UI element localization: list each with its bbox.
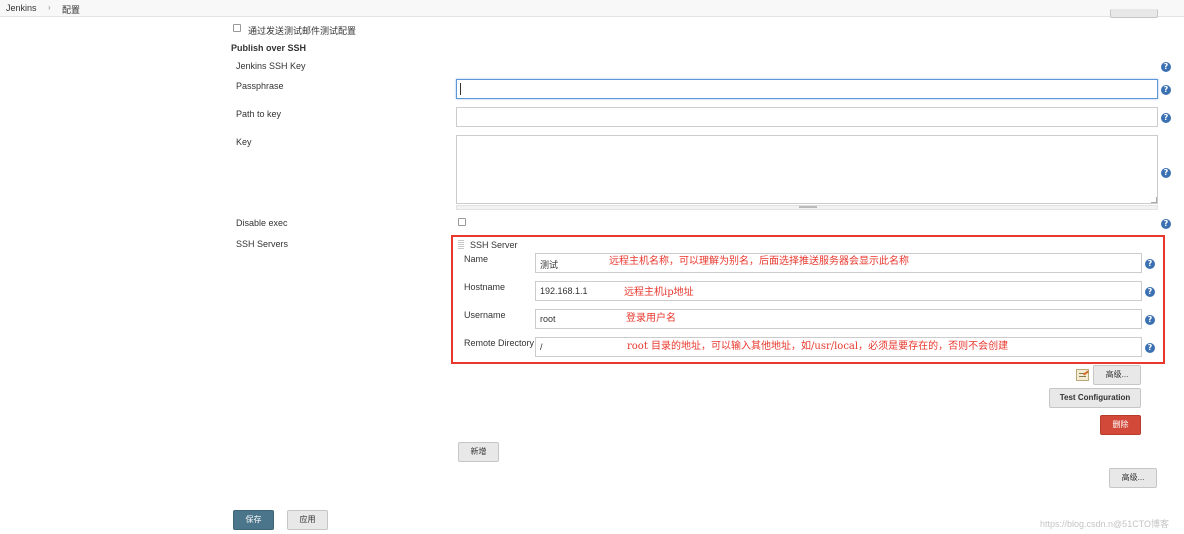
chevron-right-icon: › [48, 3, 51, 12]
notepad-icon [1076, 369, 1090, 381]
save-button[interactable]: 保存 [233, 510, 274, 530]
help-icon[interactable]: ? [1161, 219, 1171, 229]
passphrase-label: Passphrase [236, 81, 284, 91]
jenkins-ssh-key-label: Jenkins SSH Key [236, 61, 306, 71]
help-icon[interactable]: ? [1145, 287, 1155, 297]
ssh-servers-label: SSH Servers [236, 239, 289, 249]
advanced-button-top[interactable] [1110, 9, 1158, 18]
apply-button[interactable]: 应用 [287, 510, 328, 530]
advanced-server-button[interactable]: 高级... [1093, 365, 1141, 385]
help-icon[interactable]: ? [1161, 113, 1171, 123]
hostname-label: Hostname [464, 282, 506, 292]
help-icon[interactable]: ? [1161, 85, 1171, 95]
disable-exec-checkbox[interactable] [458, 218, 466, 226]
email-test-checkbox[interactable] [233, 24, 241, 32]
text-caret [460, 83, 461, 95]
server-name-label: Name [464, 254, 489, 264]
path-to-key-label: Path to key [236, 109, 282, 119]
help-icon[interactable]: ? [1145, 259, 1155, 269]
ssh-server-title: SSH Server [470, 240, 518, 250]
disable-exec-label: Disable exec [236, 218, 288, 228]
resize-grip-icon[interactable] [1151, 197, 1157, 203]
breadcrumb-jenkins[interactable]: Jenkins [6, 3, 37, 13]
key-textarea[interactable] [456, 135, 1158, 204]
test-configuration-button[interactable]: Test Configuration [1049, 388, 1141, 408]
watermark: https://blog.csdn.n@51CTO博客 [1040, 519, 1170, 529]
username-label: Username [464, 310, 506, 320]
add-server-button[interactable]: 新增 [458, 442, 499, 462]
help-icon[interactable]: ? [1145, 315, 1155, 325]
email-test-label: 通过发送测试邮件测试配置 [248, 26, 357, 36]
breadcrumb-current[interactable]: 配置 [62, 3, 80, 16]
resize-handle-icon[interactable] [799, 206, 817, 208]
annotation-remote-directory: root 目录的地址，可以输入其他地址，如/usr/local，必须是要存在的，… [627, 341, 1009, 352]
annotation-name: 远程主机名称，可以理解为别名，后面选择推送服务器会显示此名称 [609, 256, 909, 267]
key-label: Key [236, 137, 252, 147]
annotation-username: 登录用户名 [626, 313, 676, 324]
passphrase-input[interactable] [456, 79, 1158, 99]
breadcrumb: Jenkins › 配置 [0, 0, 1184, 17]
drag-handle-icon[interactable] [458, 240, 464, 249]
delete-server-button[interactable]: 删除 [1100, 415, 1141, 435]
advanced-global-button[interactable]: 高级... [1109, 468, 1157, 488]
help-icon[interactable]: ? [1145, 343, 1155, 353]
help-icon[interactable]: ? [1161, 168, 1171, 178]
annotation-hostname: 远程主机ip地址 [624, 287, 694, 298]
path-to-key-input[interactable] [456, 107, 1158, 127]
help-icon[interactable]: ? [1161, 62, 1171, 72]
remote-directory-label: Remote Directory [464, 338, 535, 348]
section-title-publish-over-ssh: Publish over SSH [231, 43, 307, 53]
